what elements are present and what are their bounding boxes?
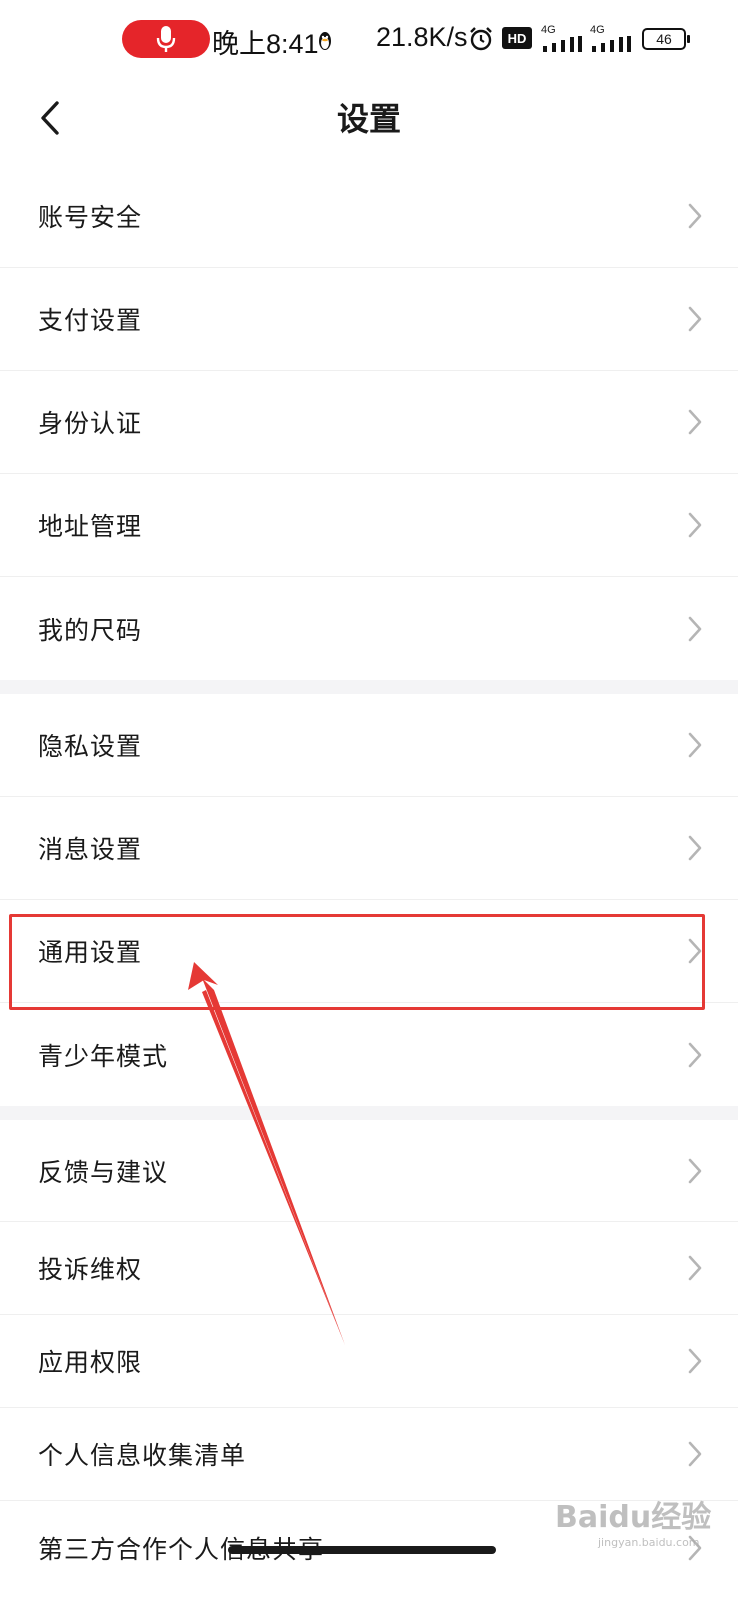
settings-list: 账号安全 支付设置 身份认证 地址管理 我的尺码 隐私设置 消息设置 通用设置 … (0, 165, 738, 1594)
settings-item-label: 身份认证 (38, 409, 143, 438)
settings-item-label: 支付设置 (38, 306, 143, 335)
group-divider (0, 1106, 738, 1120)
watermark-text: Baidu经验 (555, 1500, 712, 1535)
chevron-right-icon (688, 1158, 702, 1183)
nav-header: 设置 (0, 80, 738, 156)
settings-item-personal-info-list[interactable]: 个人信息收集清单 (0, 1408, 738, 1501)
chevron-right-icon (688, 306, 702, 332)
settings-item-label: 隐私设置 (38, 732, 143, 761)
settings-item-account-security[interactable]: 账号安全 (0, 165, 738, 268)
network-speed: 21.8K/s (376, 22, 468, 52)
settings-item-teen-mode[interactable]: 青少年模式 (0, 1003, 738, 1106)
network-type-2: 4G (590, 24, 605, 36)
settings-item-identity[interactable]: 身份认证 (0, 371, 738, 474)
chevron-right-icon (688, 512, 702, 538)
settings-item-complaint[interactable]: 投诉维权 (0, 1222, 738, 1315)
microphone-icon (156, 26, 176, 52)
settings-item-label: 个人信息收集清单 (38, 1441, 247, 1470)
settings-item-payment[interactable]: 支付设置 (0, 268, 738, 371)
battery-indicator: 46 (642, 28, 686, 50)
hd-voice-badge: HD (502, 27, 532, 49)
network-type-1: 4G (541, 24, 556, 36)
chevron-right-icon (688, 1255, 702, 1281)
chevron-right-icon (688, 938, 702, 964)
chevron-right-icon (688, 616, 702, 641)
chevron-right-icon (688, 732, 702, 758)
settings-item-message[interactable]: 消息设置 (0, 797, 738, 900)
settings-item-address[interactable]: 地址管理 (0, 474, 738, 577)
settings-item-my-size[interactable]: 我的尺码 (0, 577, 738, 680)
baidu-watermark: Baidu经验 (555, 1492, 711, 1536)
home-indicator[interactable] (228, 1546, 496, 1554)
group-divider (0, 680, 738, 694)
watermark-url: jingyan.baidu.com (598, 1536, 700, 1549)
qq-penguin-icon (319, 32, 331, 50)
status-bar: 晚上8:41 21.8K/s HD 4G 4G 46 (0, 0, 738, 80)
settings-item-label: 地址管理 (38, 512, 143, 541)
settings-item-general[interactable]: 通用设置 (0, 900, 738, 1003)
settings-item-app-permissions[interactable]: 应用权限 (0, 1315, 738, 1408)
settings-item-label: 通用设置 (38, 938, 143, 967)
alarm-icon (470, 27, 492, 51)
settings-item-label: 青少年模式 (38, 1041, 169, 1071)
page-title: 设置 (336, 100, 401, 138)
status-time: 晚上8:41 (212, 29, 319, 59)
hd-label: HD (507, 30, 527, 46)
settings-group-account: 账号安全 支付设置 身份认证 地址管理 我的尺码 (0, 165, 738, 680)
recording-indicator[interactable] (122, 20, 210, 58)
battery-tip (687, 35, 690, 43)
chevron-right-icon (688, 409, 702, 435)
settings-item-feedback[interactable]: 反馈与建议 (0, 1120, 738, 1222)
settings-item-label: 我的尺码 (38, 615, 143, 645)
settings-item-label: 应用权限 (38, 1348, 143, 1377)
signal-bars-icon-2 (592, 36, 631, 52)
battery-level: 46 (656, 31, 672, 47)
settings-item-label: 投诉维权 (38, 1255, 143, 1284)
settings-item-label: 消息设置 (38, 835, 143, 864)
settings-item-label: 账号安全 (38, 203, 143, 232)
settings-item-privacy[interactable]: 隐私设置 (0, 694, 738, 797)
signal-bars-icon-1 (543, 36, 582, 52)
chevron-right-icon (688, 1441, 702, 1467)
settings-group-preferences: 隐私设置 消息设置 通用设置 青少年模式 (0, 694, 738, 1106)
settings-item-label: 反馈与建议 (38, 1157, 169, 1187)
chevron-right-icon (688, 203, 702, 229)
chevron-right-icon (688, 1042, 702, 1067)
chevron-right-icon (688, 1348, 702, 1374)
chevron-right-icon (688, 835, 702, 861)
